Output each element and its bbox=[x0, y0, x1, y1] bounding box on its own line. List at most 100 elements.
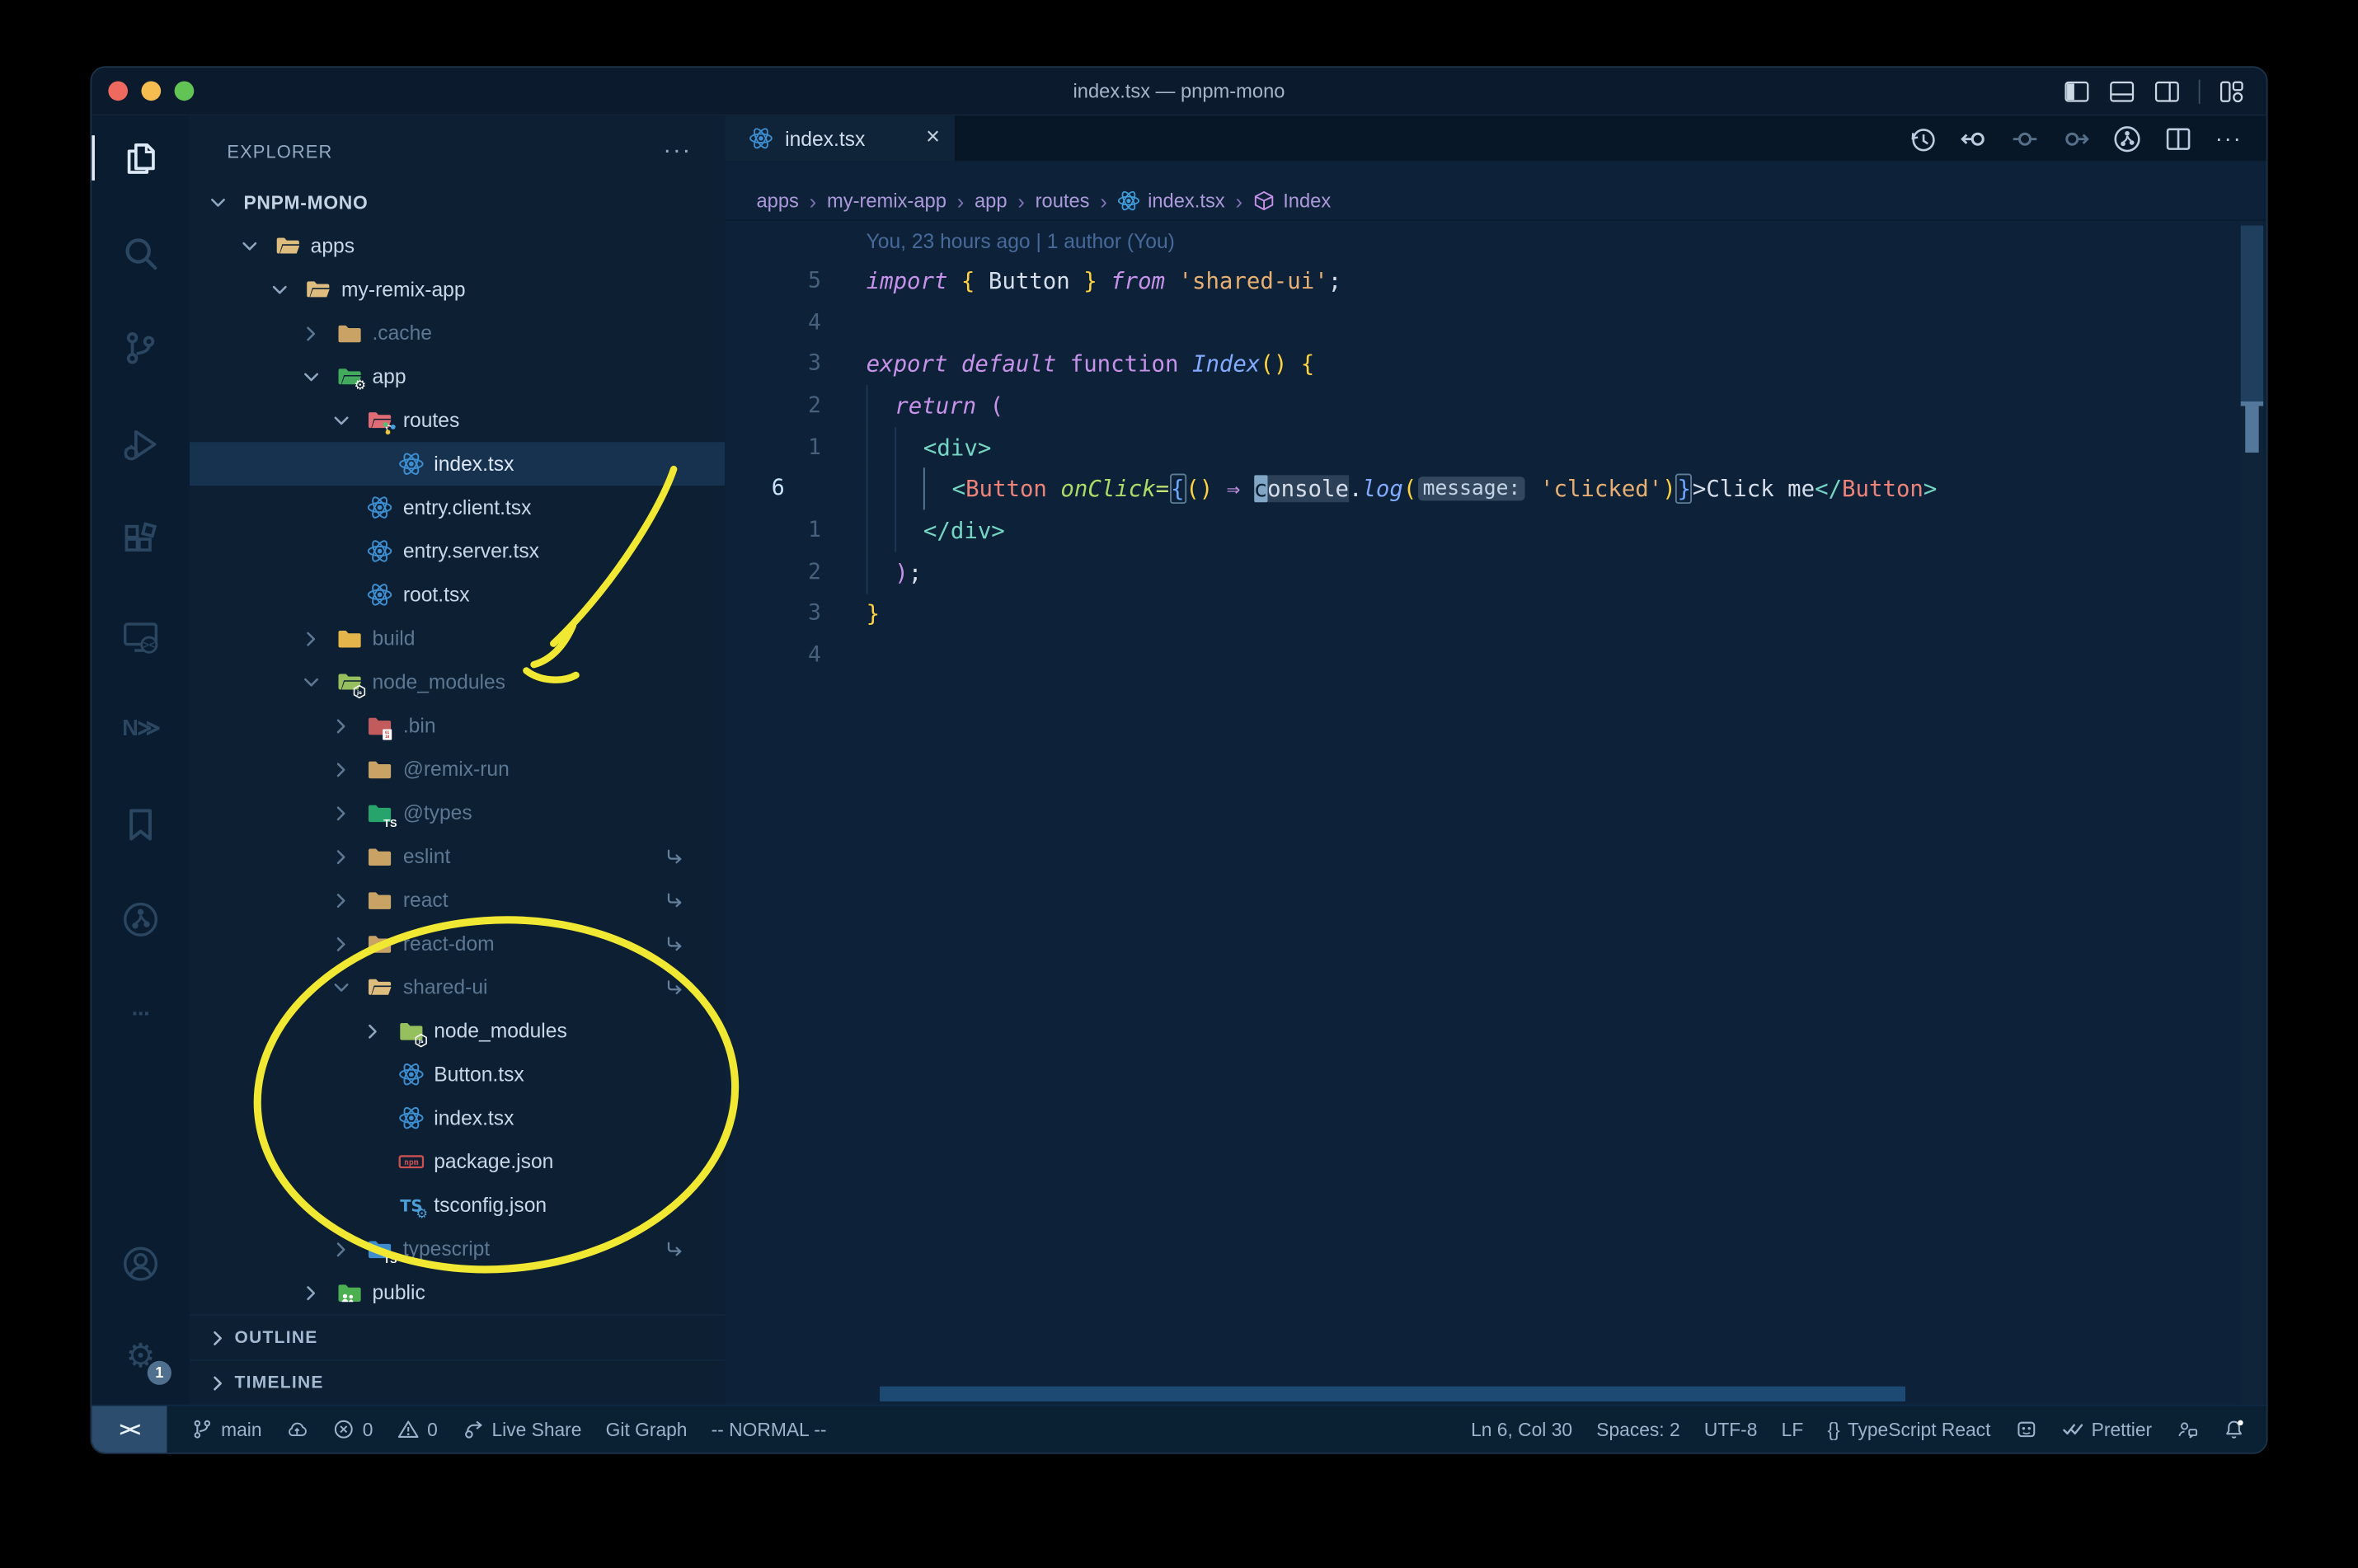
chevron-right-icon[interactable] bbox=[300, 1282, 322, 1303]
chevron-right-icon[interactable] bbox=[331, 846, 352, 867]
status-indentation[interactable]: Spaces: 2 bbox=[1596, 1406, 1679, 1453]
section-timeline[interactable]: TIMELINE bbox=[189, 1359, 726, 1405]
section-outline[interactable]: OUTLINE bbox=[189, 1314, 726, 1359]
tree-item-node-modules[interactable]: node_modules bbox=[190, 660, 725, 704]
status-cursor-position[interactable]: Ln 6, Col 30 bbox=[1471, 1406, 1572, 1453]
close-window-button[interactable] bbox=[108, 81, 129, 101]
status-remote[interactable]: >< bbox=[92, 1406, 167, 1453]
vertical-scrollbar[interactable] bbox=[2240, 225, 2264, 403]
chevron-right-icon[interactable] bbox=[331, 715, 352, 736]
activity-run-and-debug[interactable] bbox=[92, 424, 190, 462]
tree-item-typescript[interactable]: TS typescript bbox=[190, 1227, 725, 1270]
tree-item-entry-client-tsx[interactable]: entry.client.tsx bbox=[190, 486, 725, 529]
activity-additional-views[interactable]: ··· bbox=[92, 994, 190, 1033]
tree-item-react-dom[interactable]: react-dom bbox=[190, 922, 725, 965]
tree-item-apps[interactable]: apps bbox=[190, 224, 725, 268]
more-actions-icon[interactable]: ··· bbox=[2215, 124, 2243, 153]
chevron-down-icon[interactable] bbox=[331, 977, 352, 998]
breadcrumb-app[interactable]: app bbox=[975, 190, 1008, 212]
tree-item-app[interactable]: ⚙ app bbox=[190, 354, 725, 398]
chevron-down-icon[interactable] bbox=[300, 366, 322, 387]
tree-item-entry-server-tsx[interactable]: entry.server.tsx bbox=[190, 529, 725, 573]
chevron-right-icon[interactable] bbox=[331, 890, 352, 911]
tree-item-my-remix-app[interactable]: my-remix-app bbox=[190, 268, 725, 312]
chevron-right-icon[interactable] bbox=[331, 758, 352, 780]
tree-item-routes[interactable]: routes bbox=[190, 398, 725, 442]
code-editor[interactable]: You, 23 hours ago | 1 author (You) 5 impor… bbox=[725, 221, 2266, 1405]
toggle-secondary-sidebar-icon[interactable] bbox=[2154, 77, 2181, 105]
tab-index-tsx[interactable]: index.tsx × bbox=[725, 115, 957, 162]
toggle-panel-icon[interactable] bbox=[2108, 77, 2135, 105]
horizontal-scrollbar[interactable] bbox=[880, 1386, 1906, 1401]
chevron-down-icon[interactable] bbox=[331, 410, 352, 431]
previous-change-icon[interactable] bbox=[1960, 124, 1989, 153]
tree-item-root-tsx[interactable]: root.tsx bbox=[190, 573, 725, 617]
breadcrumb-index-tsx[interactable]: index.tsx bbox=[1118, 189, 1225, 213]
tree-item-pnpm-mono[interactable]: PNPM-MONO bbox=[190, 181, 725, 224]
tree-item-remix-run[interactable]: @remix-run bbox=[190, 748, 725, 791]
breadcrumb-index[interactable]: Index bbox=[1253, 190, 1331, 212]
status-encoding[interactable]: UTF-8 bbox=[1704, 1406, 1758, 1453]
open-changes-icon[interactable] bbox=[2011, 124, 2040, 153]
status-errors[interactable]: 0 bbox=[332, 1406, 373, 1453]
activity-search[interactable] bbox=[92, 233, 190, 272]
tree-item-index-tsx[interactable]: index.tsx bbox=[190, 1096, 725, 1140]
chevron-down-icon[interactable] bbox=[208, 192, 229, 214]
tree-item-bin[interactable]: .bin bbox=[190, 704, 725, 748]
tree-item-types[interactable]: TS @types bbox=[190, 791, 725, 834]
tree-item-eslint[interactable]: eslint bbox=[190, 834, 725, 878]
status-formatter[interactable]: Prettier bbox=[2061, 1406, 2152, 1453]
tree-item-tsconfig-json[interactable]: ⚙ tsconfig.json bbox=[190, 1183, 725, 1227]
status-vim-mode[interactable]: -- NORMAL -- bbox=[712, 1406, 827, 1453]
status-feedback[interactable] bbox=[2176, 1406, 2198, 1453]
next-change-icon[interactable] bbox=[2062, 124, 2091, 153]
customize-layout-icon[interactable] bbox=[2218, 77, 2245, 105]
chevron-down-icon[interactable] bbox=[238, 235, 260, 256]
breadcrumb-my-remix-app[interactable]: my-remix-app bbox=[827, 190, 946, 212]
chevron-right-icon[interactable] bbox=[300, 322, 322, 344]
tree-item-button-tsx[interactable]: Button.tsx bbox=[190, 1053, 725, 1096]
local-history-icon[interactable] bbox=[1909, 124, 1938, 153]
activity-remote-explorer[interactable] bbox=[92, 617, 190, 655]
zoom-window-button[interactable] bbox=[174, 81, 195, 101]
minimize-window-button[interactable] bbox=[141, 81, 162, 101]
title-bar[interactable]: index.tsx — pnpm-mono bbox=[92, 68, 2266, 116]
activity-bookmarks[interactable] bbox=[92, 805, 190, 843]
status-git-branch[interactable]: main bbox=[191, 1406, 262, 1453]
status-extension[interactable] bbox=[2015, 1406, 2037, 1453]
close-tab-icon[interactable]: × bbox=[926, 125, 940, 150]
gitlens-graph-icon[interactable] bbox=[2113, 124, 2142, 153]
tree-item-shared-ui[interactable]: shared-ui bbox=[190, 965, 725, 1009]
tree-item-react[interactable]: react bbox=[190, 878, 725, 922]
chevron-down-icon[interactable] bbox=[269, 279, 290, 300]
chevron-right-icon[interactable] bbox=[331, 1238, 352, 1260]
activity-accounts[interactable] bbox=[92, 1243, 190, 1282]
tree-item-cache[interactable]: .cache bbox=[190, 312, 725, 355]
activity-gitlens[interactable] bbox=[92, 899, 190, 938]
tree-item-public[interactable]: public bbox=[190, 1270, 725, 1314]
tree-item-index-tsx[interactable]: index.tsx bbox=[189, 442, 726, 486]
breadcrumb-routes[interactable]: routes bbox=[1036, 190, 1090, 212]
chevron-right-icon[interactable] bbox=[331, 802, 352, 824]
status-eol[interactable]: LF bbox=[1782, 1406, 1804, 1453]
activity-source-control[interactable] bbox=[92, 328, 190, 367]
activity-extensions[interactable] bbox=[92, 520, 190, 559]
chevron-down-icon[interactable] bbox=[300, 671, 322, 692]
status-notifications[interactable] bbox=[2223, 1406, 2245, 1453]
status-warnings[interactable]: 0 bbox=[397, 1406, 438, 1453]
tree-item-build[interactable]: build bbox=[190, 617, 725, 660]
toggle-primary-sidebar-icon[interactable] bbox=[2064, 77, 2091, 105]
split-editor-icon[interactable] bbox=[2164, 124, 2193, 153]
breadcrumb-apps[interactable]: apps bbox=[756, 190, 798, 212]
activity-explorer[interactable] bbox=[92, 138, 190, 177]
chevron-right-icon[interactable] bbox=[300, 628, 322, 650]
chevron-right-icon[interactable] bbox=[331, 933, 352, 955]
status-language-mode[interactable]: {} TypeScript React bbox=[1827, 1406, 1990, 1453]
status-publish-changes[interactable] bbox=[286, 1406, 308, 1453]
tree-item-node-modules[interactable]: node_modules bbox=[190, 1009, 725, 1053]
status-live-share[interactable]: Live Share bbox=[462, 1406, 581, 1453]
more-actions-icon[interactable]: ··· bbox=[663, 138, 692, 166]
activity-nx-console[interactable]: N≫ bbox=[92, 708, 190, 747]
chevron-right-icon[interactable] bbox=[362, 1021, 383, 1042]
activity-settings[interactable]: ⚙ 1 bbox=[92, 1337, 190, 1385]
